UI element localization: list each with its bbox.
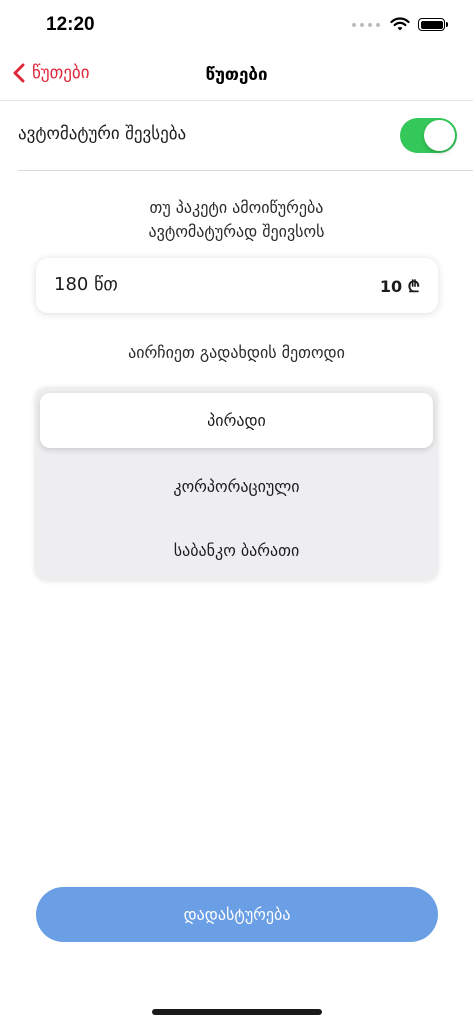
screen: 12:20 წუთები წუთები ავტომატური შევსება თ… [0, 0, 473, 1024]
payment-option-bank-card[interactable]: საბანკო ბარათი [35, 523, 438, 578]
package-minutes: 180 წთ [54, 274, 118, 295]
toggle-knob [424, 120, 455, 151]
wifi-icon [390, 17, 410, 31]
payment-option-corporate[interactable]: კორპორაციული [35, 459, 438, 514]
auto-renewal-toggle[interactable] [400, 118, 457, 153]
status-bar: 12:20 [0, 0, 473, 50]
description-line-2: ავტომატურად შეივსოს [148, 222, 325, 241]
page-title: წუთები [205, 65, 268, 85]
signal-icon [352, 22, 380, 27]
package-price: 10 ₾ [379, 277, 420, 296]
navigation-bar: წუთები წუთები [0, 50, 473, 101]
home-indicator[interactable] [152, 1009, 322, 1015]
payment-method-picker: პირადი კორპორაციული საბანკო ბარათი [35, 387, 438, 580]
status-indicators [352, 17, 448, 32]
auto-renewal-label: ავტომატური შევსება [18, 124, 187, 144]
description-line-1: თუ პაკეტი ამოიწურება [149, 198, 324, 217]
renewal-description: თუ პაკეტი ამოიწურება ავტომატურად შეივსოს [0, 196, 473, 244]
payment-method-heading: აირჩიეთ გადახდის მეთოდი [128, 343, 345, 362]
confirm-button[interactable]: დადასტურება [36, 887, 438, 942]
auto-renewal-row: ავტომატური შევსება [18, 101, 473, 171]
battery-icon [418, 18, 448, 31]
payment-option-personal[interactable]: პირადი [40, 393, 433, 448]
status-time: 12:20 [46, 14, 95, 35]
package-select[interactable]: 180 წთ 10 ₾ [36, 258, 438, 313]
